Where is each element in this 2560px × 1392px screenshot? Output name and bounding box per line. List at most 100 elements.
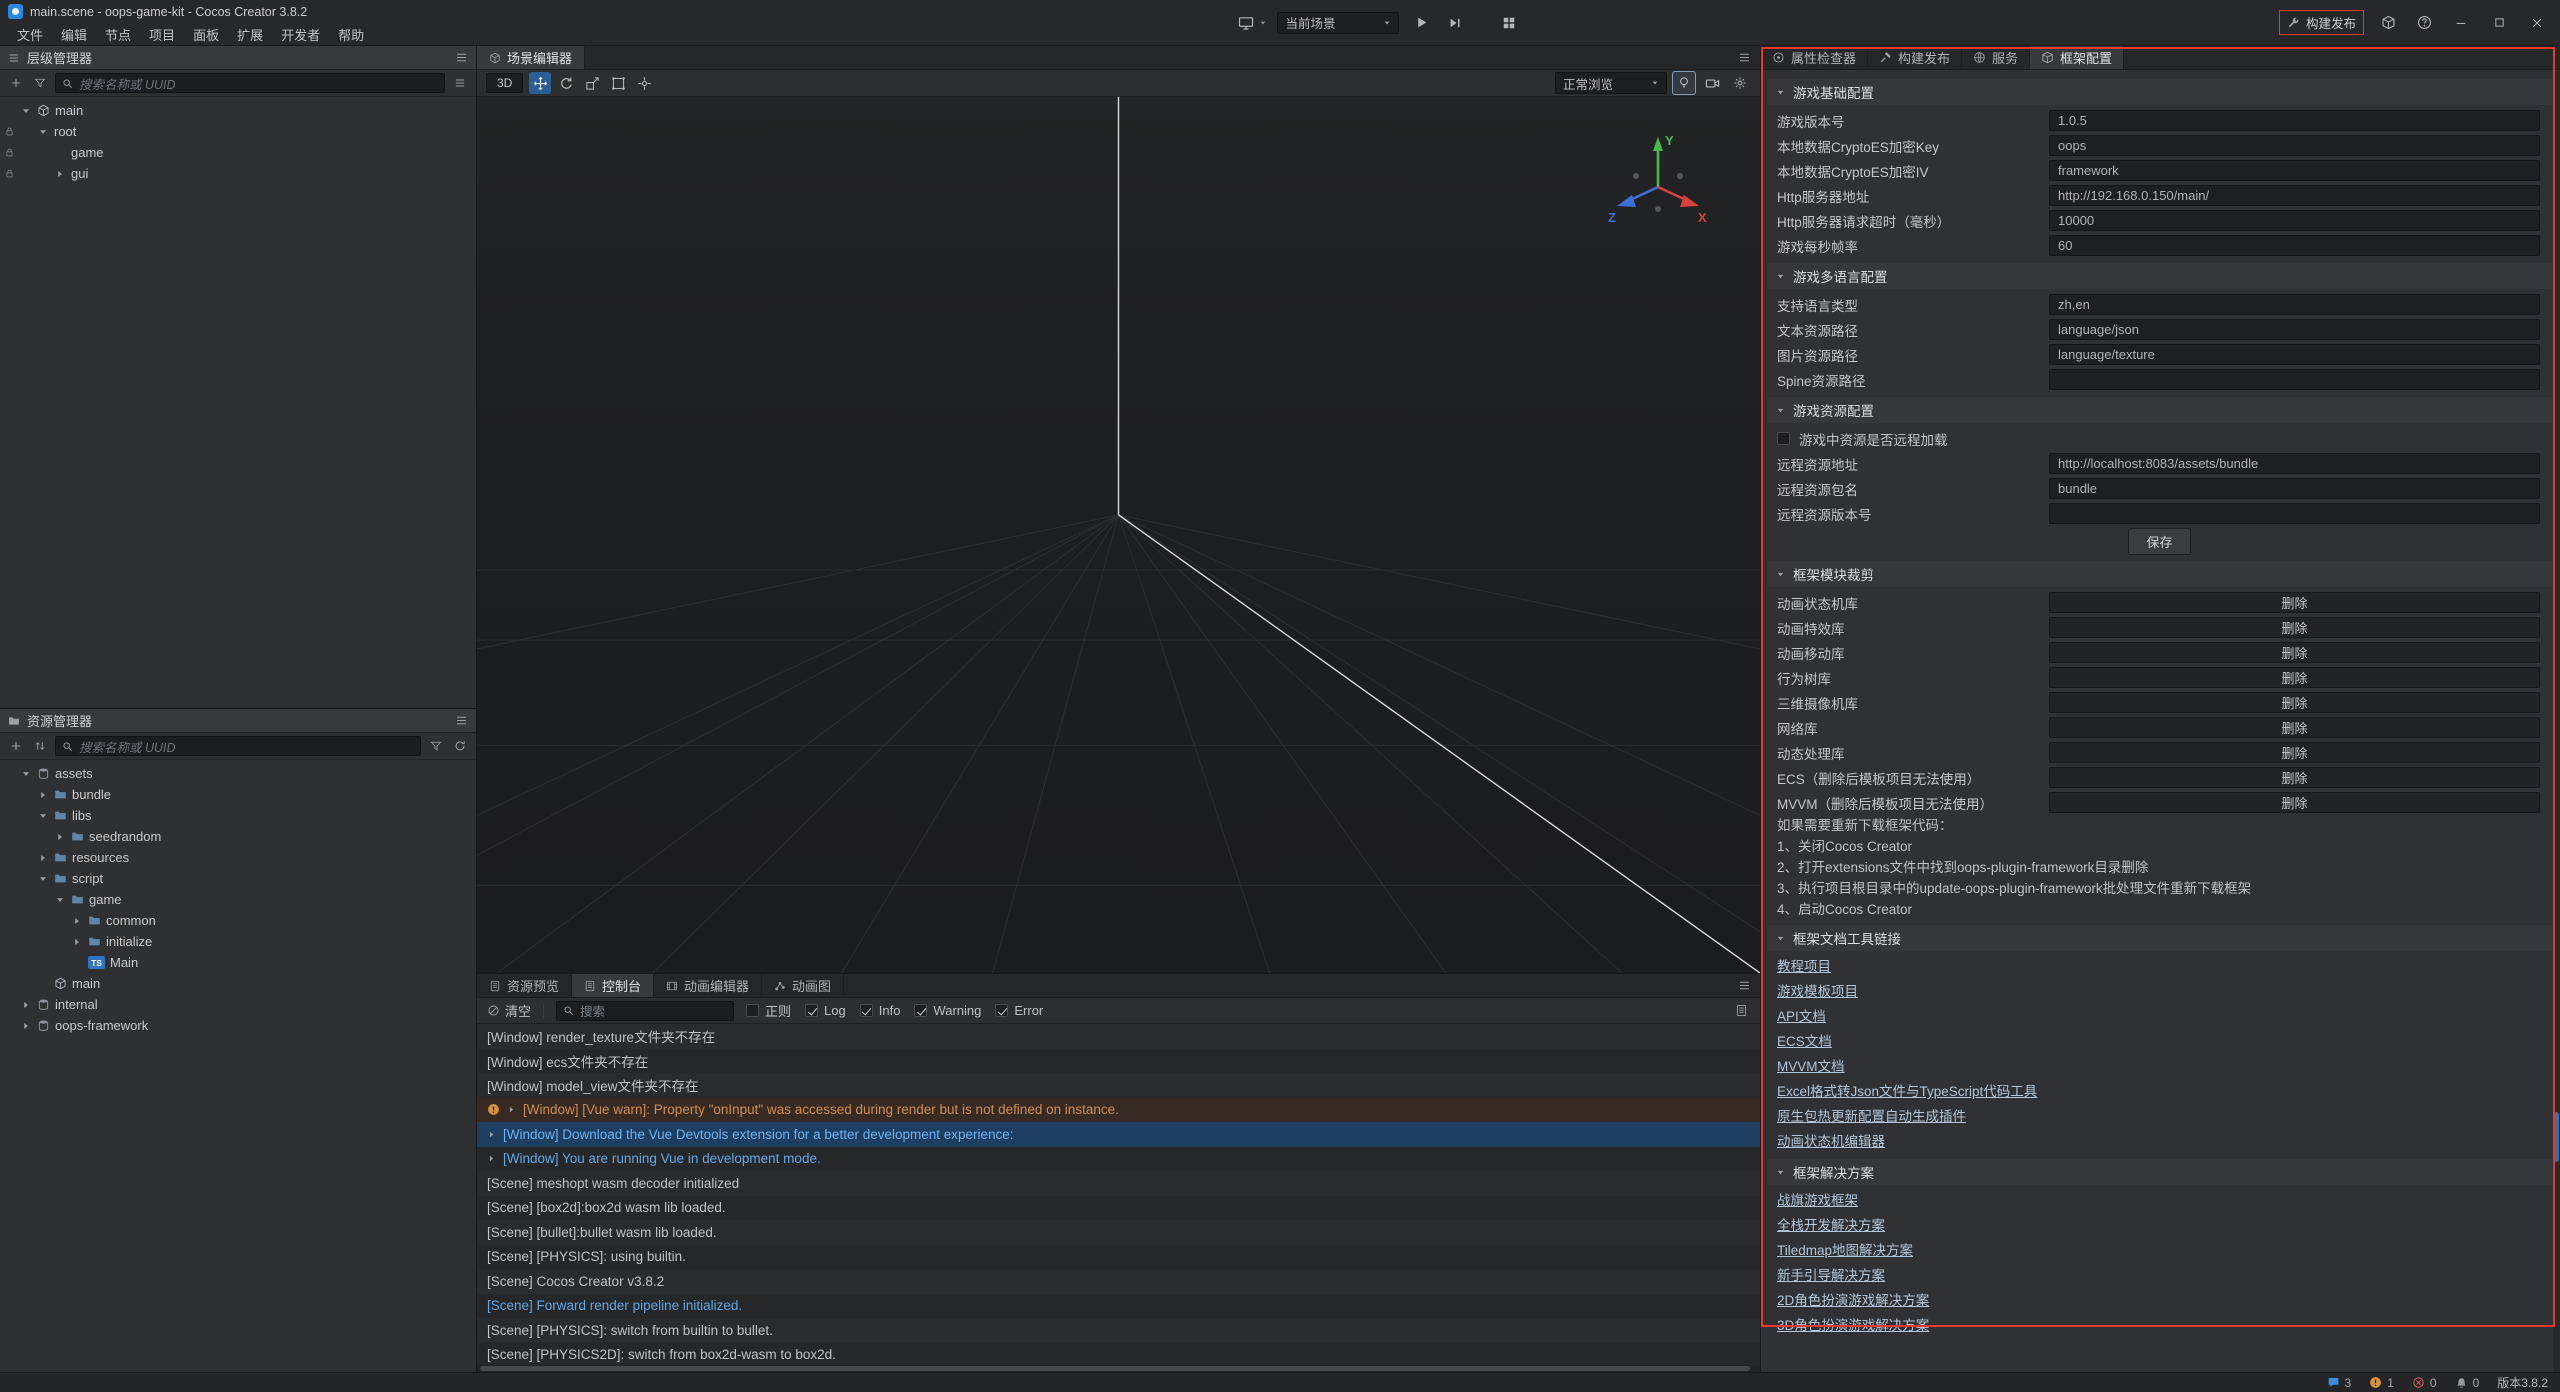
tree-row[interactable]: bundle (0, 784, 476, 805)
doc-link[interactable]: 全栈开发解决方案 (1767, 1213, 2552, 1238)
section-header[interactable]: 游戏基础配置 (1767, 79, 2552, 105)
log-row[interactable]: [Window] You are running Vue in developm… (477, 1147, 1760, 1172)
camera-settings-button[interactable] (1701, 72, 1723, 94)
inspector-tab-1[interactable]: 构建发布 (1868, 46, 1962, 69)
menu-item-0[interactable]: 文件 (8, 23, 52, 46)
property-input[interactable]: 1.0.5 (2049, 110, 2540, 131)
property-input[interactable]: language/texture (2049, 344, 2540, 365)
tree-caret-icon[interactable] (37, 127, 49, 137)
tree-row[interactable]: main (0, 973, 476, 994)
checkbox[interactable] (860, 1004, 873, 1017)
tree-row[interactable]: internal (0, 994, 476, 1015)
preview-device-icon[interactable] (1234, 11, 1258, 35)
doc-link[interactable]: Tiledmap地图解决方案 (1767, 1238, 2552, 1263)
property-input[interactable]: language/json (2049, 319, 2540, 340)
delete-module-button[interactable]: 删除 (2049, 742, 2540, 763)
doc-link[interactable]: 2D角色扮演游戏解决方案 (1767, 1288, 2552, 1313)
delete-module-button[interactable]: 删除 (2049, 667, 2540, 688)
delete-module-button[interactable]: 删除 (2049, 692, 2540, 713)
doc-link[interactable]: 动画状态机编辑器 (1767, 1129, 2552, 1154)
status-warnings[interactable]: 1 (2369, 1376, 2394, 1390)
status-errors[interactable]: 0 (2412, 1376, 2437, 1390)
tree-row[interactable]: resources (0, 847, 476, 868)
property-input[interactable]: zh,en (2049, 294, 2540, 315)
refresh-button[interactable] (451, 737, 469, 755)
tree-caret-icon[interactable] (20, 769, 32, 779)
log-row[interactable]: [Scene] [PHYSICS]: switch from builtin t… (477, 1318, 1760, 1343)
scene-viewport[interactable]: Y X Z (477, 97, 1760, 973)
tree-row[interactable]: root (0, 121, 476, 142)
checkbox[interactable] (805, 1004, 818, 1017)
property-input[interactable]: oops (2049, 135, 2540, 156)
tree-row[interactable]: initialize (0, 931, 476, 952)
doc-link[interactable]: 教程项目 (1767, 954, 2552, 979)
tree-caret-icon[interactable] (20, 106, 32, 116)
step-button[interactable] (1443, 11, 1467, 35)
log-row[interactable]: [Window] Download the Vue Devtools exten… (477, 1122, 1760, 1147)
scene-select[interactable]: 当前场景 (1277, 12, 1399, 34)
assets-search-input[interactable]: 搜索名称或 UUID (55, 736, 421, 756)
log-row[interactable]: [Scene] Cocos Creator v3.8.2 (477, 1269, 1760, 1294)
scale-tool-button[interactable] (581, 72, 603, 94)
close-button[interactable] (2524, 11, 2550, 35)
menu-item-2[interactable]: 节点 (96, 23, 140, 46)
doc-link[interactable]: 新手引导解决方案 (1767, 1263, 2552, 1288)
console-tab-0[interactable]: 资源预览 (477, 974, 572, 997)
menu-item-5[interactable]: 扩展 (228, 23, 272, 46)
create-asset-button[interactable] (7, 737, 25, 755)
tree-row[interactable]: main (0, 100, 476, 121)
panel-menu-icon[interactable] (455, 714, 468, 727)
filter-Info[interactable]: Info (860, 1003, 901, 1018)
maximize-button[interactable] (2486, 11, 2512, 35)
tree-row[interactable]: seedrandom (0, 826, 476, 847)
inspector-tab-0[interactable]: 属性检查器 (1761, 46, 1868, 69)
tree-caret-icon[interactable] (37, 790, 49, 800)
property-input[interactable]: bundle (2049, 478, 2540, 499)
section-header[interactable]: 游戏资源配置 (1767, 397, 2552, 423)
scrollbar-thumb[interactable] (2554, 1112, 2559, 1162)
console-tab-1[interactable]: 控制台 (572, 974, 654, 997)
mode-3d-toggle[interactable]: 3D (486, 73, 523, 93)
property-input[interactable] (2049, 503, 2540, 524)
tree-caret-icon[interactable] (71, 937, 83, 947)
menu-item-4[interactable]: 面板 (184, 23, 228, 46)
play-button[interactable] (1409, 11, 1433, 35)
delete-module-button[interactable]: 删除 (2049, 767, 2540, 788)
hierarchy-search-input[interactable]: 搜索名称或 UUID (55, 73, 445, 93)
remote-load-checkbox[interactable] (1777, 432, 1790, 445)
log-file-icon[interactable] (1732, 1002, 1750, 1020)
log-row[interactable]: [Window] [Vue warn]: Property "onInput" … (477, 1098, 1760, 1123)
tree-row[interactable]: gui (0, 163, 476, 184)
tree-caret-icon[interactable] (37, 853, 49, 863)
tree-row[interactable]: libs (0, 805, 476, 826)
inspector-scrollbar[interactable] (2553, 71, 2560, 1372)
panel-menu-icon[interactable] (1729, 51, 1760, 64)
status-notifications[interactable]: 0 (2455, 1376, 2480, 1390)
checkbox[interactable] (995, 1004, 1008, 1017)
sort-icon[interactable] (31, 737, 49, 755)
log-row[interactable]: [Scene] [bullet]:bullet wasm lib loaded. (477, 1220, 1760, 1245)
tab-scene-editor[interactable]: 场景编辑器 (477, 46, 585, 69)
transform-gizmo-tool-button[interactable] (633, 72, 655, 94)
filter-icon[interactable] (31, 74, 49, 92)
tree-caret-icon[interactable] (54, 832, 66, 842)
filter-type-icon[interactable] (451, 74, 469, 92)
delete-module-button[interactable]: 删除 (2049, 642, 2540, 663)
console-search-input[interactable]: 搜索 (556, 1001, 734, 1021)
doc-link[interactable]: Excel格式转Json文件与TypeScript代码工具 (1767, 1079, 2552, 1104)
property-input[interactable]: http://localhost:8083/assets/bundle (2049, 453, 2540, 474)
section-header[interactable]: 框架解决方案 (1767, 1159, 2552, 1185)
doc-link[interactable]: API文档 (1767, 1004, 2552, 1029)
tree-caret-icon[interactable] (20, 1021, 32, 1031)
tree-caret-icon[interactable] (20, 1000, 32, 1010)
log-row[interactable]: [Window] ecs文件夹不存在 (477, 1049, 1760, 1074)
log-row[interactable]: [Scene] meshopt wasm decoder initialized (477, 1171, 1760, 1196)
doc-link[interactable]: ECS文档 (1767, 1029, 2552, 1054)
tree-caret-icon[interactable] (71, 916, 83, 926)
console-horizontal-scrollbar[interactable] (477, 1365, 1760, 1372)
tree-caret-icon[interactable] (37, 811, 49, 821)
property-input[interactable]: http://192.168.0.150/main/ (2049, 185, 2540, 206)
log-row[interactable]: [Scene] [box2d]:box2d wasm lib loaded. (477, 1196, 1760, 1221)
rect-tool-button[interactable] (607, 72, 629, 94)
menu-item-6[interactable]: 开发者 (272, 23, 329, 46)
